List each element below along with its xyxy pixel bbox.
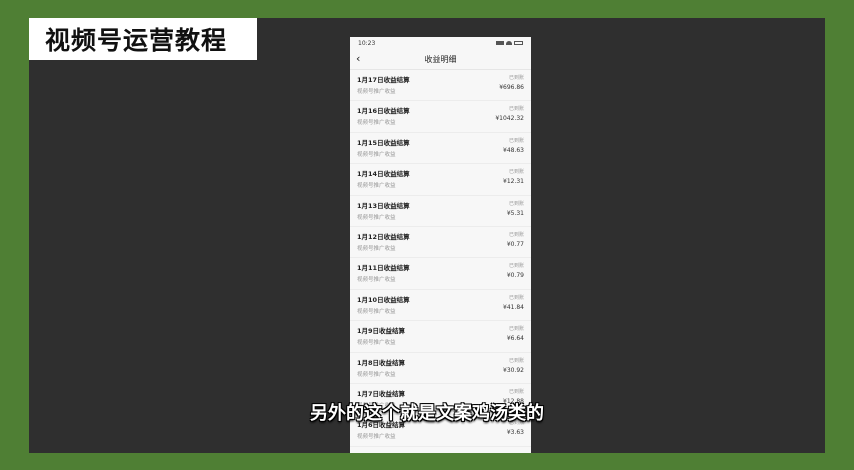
row-subtitle: 视频号推广收益 (357, 214, 396, 221)
earnings-row[interactable]: 1月16日收益结算 视频号推广收益 已到账 ¥1042.32 (350, 101, 531, 133)
row-title: 1月8日收益结算 (357, 358, 406, 367)
row-amount: ¥41.84 (503, 303, 524, 311)
row-subtitle: 视频号推广收益 (357, 308, 396, 315)
row-subtitle: 视频号推广收益 (357, 183, 396, 190)
earnings-row[interactable]: 1月10日收益结算 视频号推广收益 已到账 ¥41.84 (350, 290, 531, 322)
row-right: 已到账 ¥48.63 (503, 137, 524, 163)
row-status: 已到账 (508, 263, 524, 270)
row-amount: ¥696.86 (499, 84, 524, 91)
row-amount: ¥0.79 (506, 272, 524, 280)
row-title: 1月17日收益结算 (357, 76, 410, 84)
row-amount: ¥0.77 (506, 240, 524, 248)
row-subtitle: 视频号推广收益 (357, 245, 396, 252)
row-subtitle: 视频号推广收益 (357, 89, 396, 95)
row-title: 1月7日收益结算 (357, 389, 406, 398)
row-amount: ¥30.92 (503, 366, 524, 374)
row-subtitle: 视频号推广收益 (357, 277, 396, 284)
row-title: 1月16日收益结算 (357, 107, 410, 116)
row-title: 1月14日收益结算 (357, 170, 410, 179)
earnings-list: 1月17日收益结算 视频号推广收益 已到账 ¥696.86 1月16日收益结算 视频号推广… (350, 69, 531, 447)
row-right: 已到账 ¥0.77 (507, 231, 524, 257)
video-subtitle: 另外的这个就是文案鸡汤类的 (310, 403, 544, 424)
row-right: 已到账 ¥0.79 (507, 262, 524, 288)
earnings-row[interactable]: 1月13日收益结算 视频号推广收益 已到账 ¥5.31 (350, 196, 531, 227)
battery-icon (514, 41, 523, 45)
row-left: 1月14日收益结算 视频号推广收益 (357, 168, 410, 194)
earnings-row[interactable]: 1月9日收益结算 视频号推广收益 已到账 ¥6.64 (350, 321, 531, 353)
wifi-icon (506, 41, 512, 45)
earnings-row[interactable]: 1月11日收益结算 视频号推广收益 已到账 ¥0.79 (350, 258, 531, 290)
row-left: 1月12日收益结算 视频号推广收益 (357, 231, 410, 257)
row-amount: ¥6.64 (506, 335, 524, 343)
row-left: 1月9日收益结算 视频号推广收益 (357, 325, 405, 351)
row-amount: ¥48.63 (503, 146, 524, 154)
phone-screen: 10:23 ‹ 收益明细 1月17日收益结算 视频号推广收益 已到账 ¥696.86 1… (350, 37, 531, 453)
earnings-row[interactable]: 1月17日收益结算 视频号推广收益 已到账 ¥696.86 (350, 70, 531, 102)
row-right: 已到账 ¥5.31 (507, 200, 524, 226)
row-subtitle: 视频号推广收益 (357, 120, 396, 127)
row-amount: ¥5.31 (506, 209, 524, 217)
back-arrow-icon[interactable]: ‹ (356, 52, 360, 65)
row-title: 1月15日收益结算 (357, 138, 410, 147)
row-status: 已到账 (508, 326, 524, 333)
row-right: 已到账 ¥12.31 (503, 168, 524, 194)
row-status: 已到账 (508, 200, 524, 207)
page-title: 收益明细 (424, 54, 457, 64)
row-subtitle: 视频号推广收益 (357, 151, 396, 158)
status-time: 10:23 (358, 39, 376, 47)
row-status: 已到账 (508, 169, 524, 176)
row-status: 已到账 (508, 75, 524, 81)
row-status: 已到账 (508, 106, 524, 113)
signal-icon (496, 41, 504, 45)
status-bar: 10:23 (350, 37, 531, 49)
earnings-row[interactable]: 1月14日收益结算 视频号推广收益 已到账 ¥12.31 (350, 164, 531, 196)
row-left: 1月8日收益结算 视频号推广收益 (357, 357, 405, 383)
row-subtitle: 视频号推广收益 (357, 371, 396, 378)
row-left: 1月11日收益结算 视频号推广收益 (357, 262, 410, 288)
row-status: 已到账 (508, 137, 524, 144)
row-status: 已到账 (508, 231, 524, 238)
row-amount: ¥3.63 (506, 429, 524, 437)
row-amount: ¥12.31 (503, 178, 524, 186)
row-subtitle: 视频号推广收益 (357, 434, 396, 441)
row-left: 1月13日收益结算 视频号推广收益 (357, 200, 410, 226)
row-right: 已到账 ¥30.92 (503, 357, 524, 383)
row-left: 1月15日收益结算 视频号推广收益 (357, 137, 410, 163)
row-title: 1月11日收益结算 (357, 264, 410, 273)
course-tag: 视频号运营教程 (29, 18, 257, 60)
row-left: 1月17日收益结算 视频号推广收益 (357, 74, 410, 100)
row-status: 已到账 (508, 388, 524, 395)
row-title: 1月9日收益结算 (357, 327, 406, 336)
row-right: 已到账 ¥696.86 (499, 74, 524, 100)
earnings-row[interactable]: 1月8日收益结算 视频号推广收益 已到账 ¥30.92 (350, 353, 531, 384)
status-icons (496, 41, 523, 45)
row-subtitle: 视频号推广收益 (357, 340, 396, 347)
row-left: 1月16日收益结算 视频号推广收益 (357, 105, 410, 131)
row-amount: ¥1042.32 (495, 115, 524, 123)
row-title: 1月10日收益结算 (357, 295, 410, 304)
row-title: 1月13日收益结算 (357, 201, 410, 210)
row-right: 已到账 ¥41.84 (503, 294, 524, 320)
row-right: 已到账 ¥6.64 (507, 325, 524, 351)
nav-bar: ‹ 收益明细 (350, 49, 531, 69)
earnings-row[interactable]: 1月15日收益结算 视频号推广收益 已到账 ¥48.63 (350, 133, 531, 165)
row-status: 已到账 (508, 294, 524, 301)
row-status: 已到账 (508, 357, 524, 364)
earnings-row[interactable]: 1月12日收益结算 视频号推广收益 已到账 ¥0.77 (350, 227, 531, 259)
row-title: 1月12日收益结算 (357, 232, 410, 241)
row-right: 已到账 ¥1042.32 (495, 105, 524, 131)
row-left: 1月10日收益结算 视频号推广收益 (357, 294, 410, 320)
